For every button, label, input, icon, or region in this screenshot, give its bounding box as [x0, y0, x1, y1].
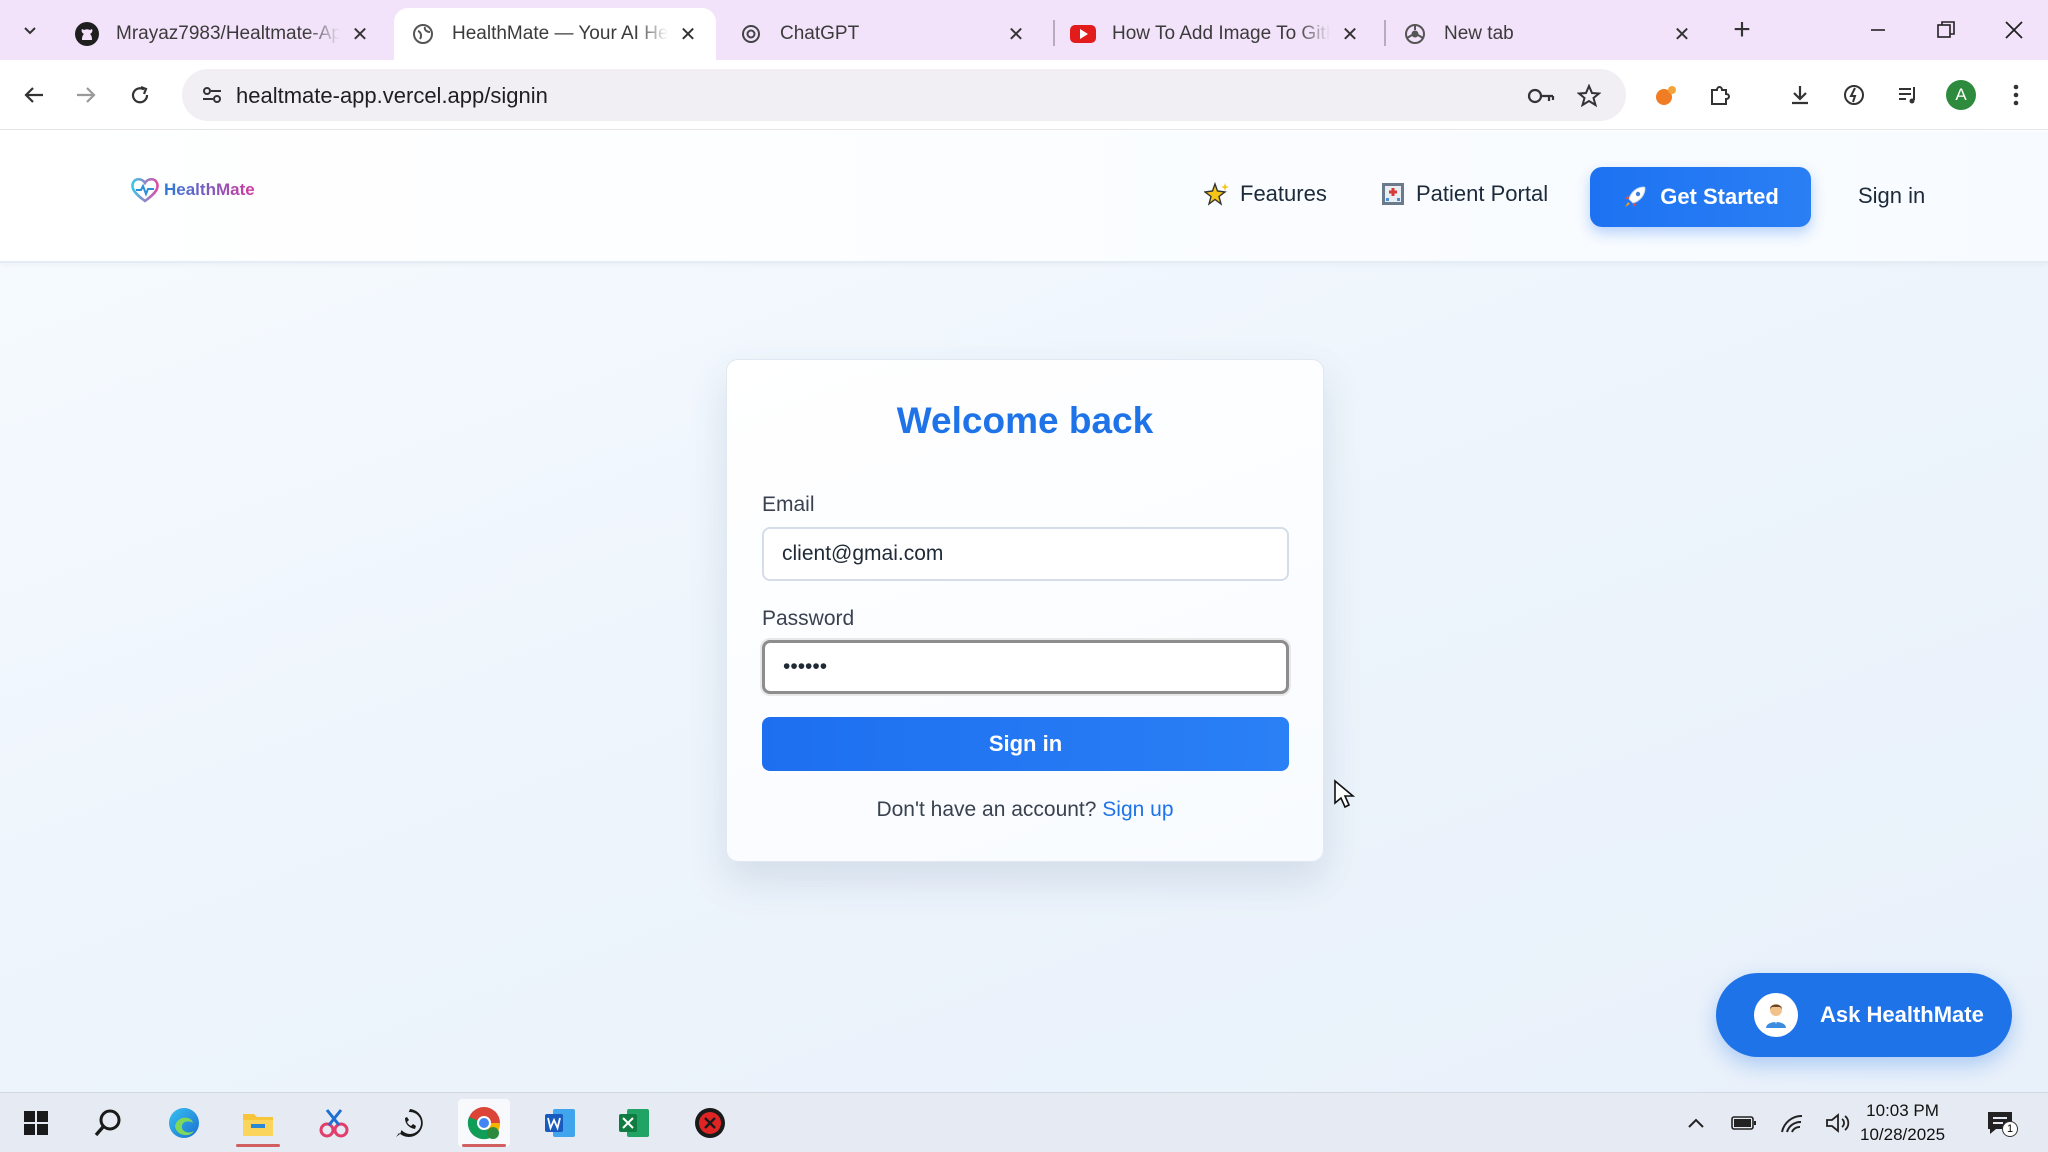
- edge-browser-icon[interactable]: [158, 1099, 210, 1147]
- whatsapp-icon[interactable]: [384, 1099, 436, 1147]
- tab-youtube[interactable]: How To Add Image To GitHu ✕: [1054, 8, 1378, 60]
- volume-icon[interactable]: [1822, 1107, 1854, 1139]
- nav-features[interactable]: Features: [1204, 181, 1327, 207]
- signup-prompt: Don't have an account? Sign up: [727, 798, 1323, 822]
- word-icon[interactable]: [534, 1099, 586, 1147]
- clock-date: 10/28/2025: [1860, 1125, 1946, 1144]
- hospital-icon: [1380, 181, 1406, 207]
- browser-tab-strip: Mrayaz7983/Healtmate-App ✕ HealthMate — …: [0, 0, 2048, 60]
- close-tab-icon[interactable]: ✕: [348, 22, 372, 46]
- show-hidden-icons-chevron-icon[interactable]: [1680, 1107, 1712, 1139]
- sparkle-star-icon: [1204, 181, 1230, 207]
- get-started-button[interactable]: Get Started: [1590, 167, 1811, 227]
- extension-orange-icon[interactable]: [1646, 75, 1686, 115]
- windows-taskbar: 10:03 PM 10/28/2025 1: [0, 1092, 2048, 1152]
- healthmate-logo[interactable]: HealthMate: [130, 177, 255, 203]
- new-tab-plus-icon[interactable]: +: [1726, 13, 1758, 46]
- no-account-text: Don't have an account?: [876, 798, 1097, 821]
- nav-patient-portal[interactable]: Patient Portal: [1380, 181, 1548, 207]
- chrome-menu-icon[interactable]: [1996, 75, 2036, 115]
- tab-chatgpt[interactable]: ChatGPT ✕: [722, 8, 1044, 60]
- clock-time: 10:03 PM: [1866, 1101, 1939, 1120]
- running-indicator: [462, 1144, 506, 1147]
- chrome-icon: [1402, 21, 1428, 47]
- chrome-taskbar-icon[interactable]: [458, 1099, 510, 1147]
- browser-toolbar: healtmate-app.vercel.app/signin A: [0, 60, 2048, 130]
- extensions-puzzle-icon[interactable]: [1700, 75, 1740, 115]
- media-controls-icon[interactable]: [1888, 75, 1928, 115]
- password-key-icon[interactable]: [1526, 81, 1556, 111]
- url-text: healtmate-app.vercel.app/signin: [236, 83, 548, 108]
- close-tab-icon[interactable]: ✕: [1338, 22, 1362, 46]
- globe-icon: [410, 21, 436, 47]
- header-sign-in-link[interactable]: Sign in: [1858, 183, 1925, 209]
- site-settings-icon[interactable]: [194, 77, 230, 113]
- tab-title: HealthMate — Your AI Healt: [452, 23, 668, 44]
- excel-icon[interactable]: [608, 1099, 660, 1147]
- close-window-icon[interactable]: [1990, 10, 2038, 50]
- signin-card: Welcome back Email client@gmai.com Passw…: [726, 359, 1324, 862]
- site-header: HealthMate Features Patient Portal Get S…: [0, 131, 2048, 263]
- sign-in-button[interactable]: Sign in: [762, 717, 1289, 771]
- nav-features-label: Features: [1240, 181, 1327, 206]
- red-app-icon[interactable]: [684, 1099, 736, 1147]
- tab-github[interactable]: Mrayaz7983/Healtmate-App ✕: [58, 8, 388, 60]
- running-indicator: [236, 1144, 280, 1147]
- get-started-label: Get Started: [1660, 184, 1779, 209]
- address-bar[interactable]: healtmate-app.vercel.app/signin: [182, 69, 1626, 121]
- assistant-avatar-icon: [1754, 993, 1798, 1037]
- bookmark-star-icon[interactable]: [1574, 81, 1604, 111]
- notification-center-icon[interactable]: 1: [1984, 1107, 2018, 1139]
- chatgpt-icon: [738, 21, 764, 47]
- back-arrow-icon[interactable]: [14, 75, 54, 115]
- password-label: Password: [762, 607, 855, 630]
- tab-search-chevron-icon[interactable]: [10, 12, 50, 48]
- forward-arrow-icon[interactable]: [66, 75, 106, 115]
- snipping-tool-icon[interactable]: [308, 1099, 360, 1147]
- close-tab-icon[interactable]: ✕: [1670, 22, 1694, 46]
- file-explorer-icon[interactable]: [232, 1099, 284, 1147]
- nav-patient-portal-label: Patient Portal: [1416, 181, 1549, 206]
- close-tab-icon[interactable]: ✕: [676, 22, 700, 46]
- email-field[interactable]: client@gmai.com: [762, 527, 1289, 581]
- system-clock[interactable]: 10:03 PM 10/28/2025: [1860, 1099, 1945, 1147]
- tab-new[interactable]: New tab ✕: [1386, 8, 1710, 60]
- windows-start-icon[interactable]: [10, 1099, 62, 1147]
- github-icon: [74, 21, 100, 47]
- tab-title: New tab: [1444, 23, 1514, 44]
- tab-title: How To Add Image To GitHu: [1112, 23, 1330, 44]
- ask-healthmate-label: Ask HealthMate: [1820, 1002, 1984, 1027]
- profile-avatar[interactable]: A: [1946, 80, 1976, 110]
- logo-text: HealthMate: [164, 180, 255, 199]
- download-icon[interactable]: [1780, 75, 1820, 115]
- youtube-icon: [1070, 21, 1096, 47]
- page-viewport: HealthMate Features Patient Portal Get S…: [0, 131, 2048, 1092]
- restore-window-icon[interactable]: [1922, 10, 1970, 50]
- rocket-icon: [1622, 184, 1648, 210]
- notification-count-badge: 1: [2002, 1121, 2018, 1137]
- performance-icon[interactable]: [1834, 75, 1874, 115]
- tab-title: ChatGPT: [780, 23, 860, 44]
- heart-logo-icon: [131, 177, 159, 203]
- tab-title: Mrayaz7983/Healtmate-App: [116, 23, 340, 44]
- password-field[interactable]: ••••••: [762, 640, 1289, 694]
- search-icon[interactable]: [82, 1099, 134, 1147]
- mouse-cursor-icon: [1333, 779, 1356, 814]
- minimize-icon[interactable]: [1854, 10, 1902, 50]
- tab-healthmate[interactable]: HealthMate — Your AI Healt ✕: [394, 8, 716, 60]
- sign-up-link[interactable]: Sign up: [1102, 798, 1173, 821]
- email-label: Email: [762, 493, 815, 516]
- page-title: Welcome back: [896, 400, 1154, 441]
- reload-icon[interactable]: [120, 75, 160, 115]
- wifi-icon[interactable]: [1776, 1107, 1808, 1139]
- ask-healthmate-button[interactable]: Ask HealthMate: [1716, 973, 2012, 1057]
- battery-icon[interactable]: [1728, 1107, 1760, 1139]
- close-tab-icon[interactable]: ✕: [1004, 22, 1028, 46]
